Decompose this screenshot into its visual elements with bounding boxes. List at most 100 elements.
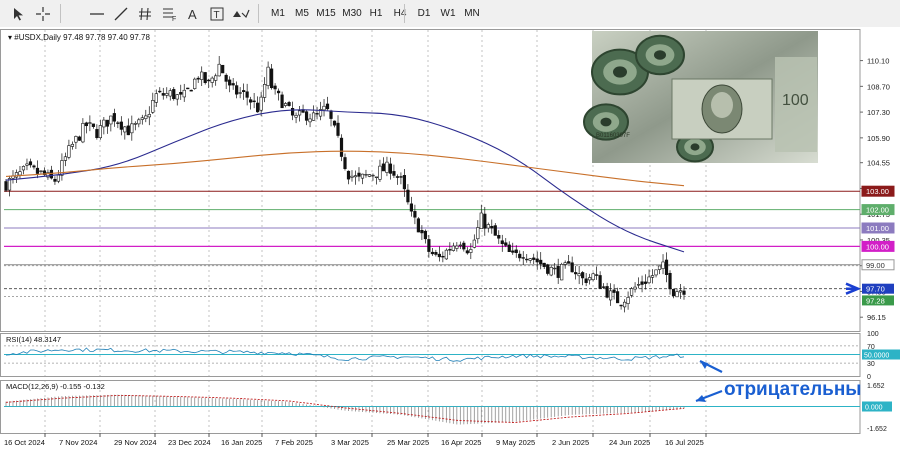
level-label: 102.00: [866, 206, 889, 215]
level-label: 103.00: [866, 187, 889, 196]
candle-body: [521, 257, 525, 259]
candle-body: [308, 118, 312, 123]
candle-body: [507, 244, 511, 253]
candle-body: [168, 90, 172, 97]
candle-body: [615, 291, 620, 304]
candle-body: [486, 224, 490, 229]
candle-body: [175, 94, 179, 100]
timeframe-m1-button[interactable]: M1: [266, 3, 290, 24]
candle-body: [371, 174, 375, 177]
candle-body: [102, 119, 106, 128]
candle-body: [63, 156, 68, 161]
candle-body: [388, 163, 393, 174]
candle-body: [455, 245, 459, 249]
candle-body: [214, 75, 218, 81]
candle-body: [130, 123, 134, 134]
candle-body: [203, 72, 207, 83]
candle-body: [409, 203, 414, 212]
candle-body: [462, 242, 466, 250]
shapes-icon[interactable]: [230, 3, 252, 24]
candle-body: [311, 112, 316, 121]
macd-tick-label: 1.652: [867, 383, 885, 390]
alt-price-label: 97.28: [866, 296, 885, 305]
fibonacci-icon[interactable]: F: [158, 3, 180, 24]
candle-body: [678, 290, 683, 293]
timeframe-mn-button[interactable]: MN: [460, 3, 484, 24]
candle-body: [154, 93, 158, 103]
toolbar-separator: [258, 4, 259, 23]
candle-body: [360, 173, 365, 179]
candle-body: [28, 161, 33, 166]
toolbar-separator: [404, 4, 405, 23]
candle-body: [612, 289, 616, 293]
crosshair-icon[interactable]: [32, 3, 54, 24]
candle-body: [140, 117, 144, 120]
timeframe-m5-button[interactable]: M5: [290, 3, 314, 24]
candle-body: [221, 64, 225, 74]
timeframe-m30-button[interactable]: M30: [340, 3, 364, 24]
macd-zero-label: 0.000: [865, 405, 883, 412]
candle-body: [619, 304, 623, 307]
candle-body: [242, 90, 246, 93]
level-label: 99.00: [866, 261, 885, 270]
candle-body: [207, 79, 211, 82]
time-tick-label: 16 Oct 2024: [4, 438, 45, 447]
label-icon[interactable]: T: [206, 3, 228, 24]
candle-body: [91, 123, 95, 127]
price-tick-label: 104.55: [867, 159, 890, 168]
candle-body: [437, 253, 441, 258]
candle-body: [448, 249, 452, 251]
candle-body: [249, 99, 253, 103]
candle-body: [235, 85, 239, 95]
trendline-icon[interactable]: [110, 3, 132, 24]
time-tick-label: 16 Jul 2025: [665, 438, 704, 447]
cursor-icon[interactable]: [8, 3, 30, 24]
timeframe-d1-button[interactable]: D1: [412, 3, 436, 24]
text-icon[interactable]: A: [182, 3, 204, 24]
candle-body: [472, 239, 476, 248]
timeframe-m15-button[interactable]: M15: [314, 3, 338, 24]
candle-body: [423, 230, 427, 240]
candle-body: [53, 178, 57, 182]
candle-body: [682, 290, 686, 295]
timeframe-h1-button[interactable]: H1: [364, 3, 388, 24]
candle-body: [399, 176, 403, 178]
candle-body: [654, 269, 658, 276]
trading-terminal: F A T M1 M5 M15 M30 H1 H4 D1 W1 MN 110.10 108.70 107.…: [0, 0, 900, 451]
timeframe-w1-button[interactable]: W1: [436, 3, 460, 24]
candle-body: [329, 110, 333, 119]
candle-body: [186, 87, 190, 90]
candle-body: [675, 291, 679, 298]
candle-body: [210, 77, 214, 83]
candle-body: [95, 129, 99, 138]
candle-body: [546, 264, 550, 274]
horizontal-line-icon[interactable]: [86, 3, 108, 24]
timeframe-h4-button[interactable]: H4: [388, 3, 412, 24]
symbol-header: ▾ #USDX,Daily 97.48 97.78 97.40 97.78: [8, 33, 150, 42]
candle-body: [528, 258, 532, 261]
candle-body: [469, 249, 473, 253]
candle-body: [238, 92, 242, 94]
candle-body: [161, 93, 165, 96]
toolbar: F A T M1 M5 M15 M30 H1 H4 D1 W1 MN: [0, 0, 900, 28]
candle-body: [539, 259, 543, 265]
candle-body: [385, 161, 389, 173]
candle-body: [353, 175, 358, 178]
candle-body: [381, 163, 386, 172]
candle-body: [406, 189, 410, 203]
candle-body: [577, 273, 581, 277]
rsi-header: RSI(14) 48.3147: [6, 335, 61, 344]
candle-body: [535, 258, 539, 263]
price-chart[interactable]: 110.10108.70107.30105.90104.55103.15101.…: [0, 27, 900, 451]
candle-body: [158, 90, 162, 93]
candle-body: [25, 163, 29, 166]
candle-body: [266, 66, 270, 86]
hash-icon[interactable]: [134, 3, 156, 24]
candle-body: [374, 176, 379, 179]
candle-body: [497, 235, 501, 239]
time-tick-label: 23 Dec 2024: [168, 438, 211, 447]
candle-body: [245, 91, 249, 98]
candle-body: [511, 250, 515, 253]
candle-body: [458, 244, 462, 247]
candle-body: [626, 297, 630, 304]
